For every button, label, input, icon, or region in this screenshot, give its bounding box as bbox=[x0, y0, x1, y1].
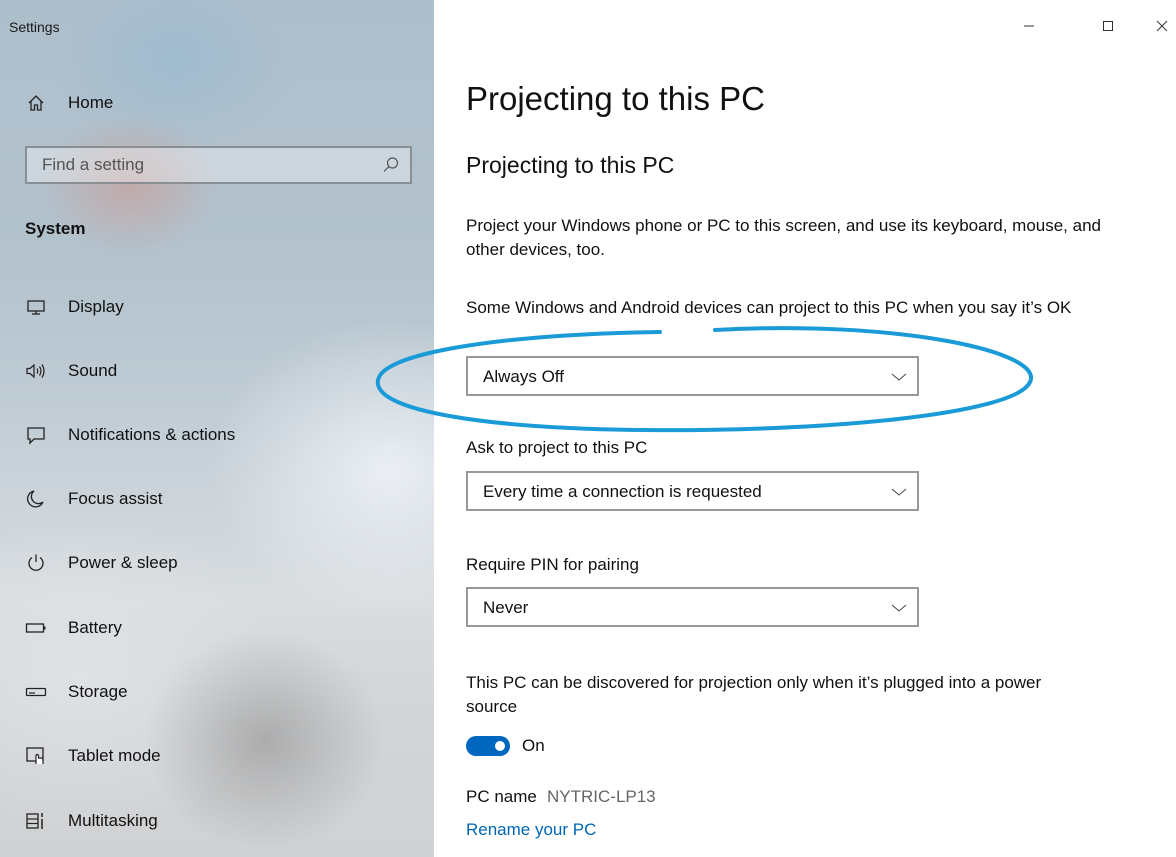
sidebar-item-label: Power & sleep bbox=[68, 553, 178, 572]
focus-assist-icon bbox=[25, 488, 47, 510]
app-title: Settings bbox=[9, 19, 60, 35]
dropdown-value: Every time a connection is requested bbox=[483, 482, 762, 501]
sidebar-item-sound[interactable]: Sound bbox=[0, 351, 434, 391]
sidebar-item-label: Sound bbox=[68, 361, 118, 380]
sidebar-item-label: Notifications & actions bbox=[68, 425, 236, 444]
project-availability-dropdown[interactable]: Always Off bbox=[466, 356, 919, 396]
storage-icon bbox=[25, 681, 47, 703]
search-icon[interactable] bbox=[382, 156, 400, 174]
notifications-icon bbox=[25, 424, 47, 446]
sidebar-item-label: Focus assist bbox=[68, 489, 163, 508]
power-icon bbox=[25, 552, 47, 574]
sidebar-item-display[interactable]: Display bbox=[0, 287, 434, 327]
main-content: Projecting to this PC Projecting to this… bbox=[434, 0, 1176, 857]
require-pin-dropdown[interactable]: Never bbox=[466, 587, 919, 627]
battery-icon bbox=[25, 617, 47, 639]
chevron-down-icon bbox=[891, 601, 907, 613]
sidebar-item-label: Home bbox=[68, 93, 114, 112]
display-icon bbox=[25, 296, 47, 318]
dropdown-value: Always Off bbox=[483, 367, 564, 386]
pin-setting-label: Require PIN for pairing bbox=[466, 555, 639, 574]
chevron-down-icon bbox=[891, 485, 907, 497]
sidebar-item-tablet-mode[interactable]: Tablet mode bbox=[0, 736, 434, 776]
power-source-note: This PC can be discovered for projection… bbox=[466, 673, 1042, 716]
ask-to-project-dropdown[interactable]: Every time a connection is requested bbox=[466, 471, 919, 511]
page-title: Projecting to this PC bbox=[466, 80, 765, 117]
sidebar-item-label: Tablet mode bbox=[68, 746, 161, 765]
ask-setting-label: Ask to project to this PC bbox=[466, 438, 648, 457]
project-setting-label: Some Windows and Android devices can pro… bbox=[466, 298, 1072, 317]
multitasking-icon bbox=[25, 810, 47, 832]
section-label: System bbox=[25, 219, 86, 238]
sidebar-item-label: Multitasking bbox=[68, 811, 158, 830]
search-box bbox=[25, 146, 412, 184]
power-source-toggle[interactable] bbox=[466, 736, 510, 756]
tablet-mode-icon bbox=[25, 745, 47, 767]
sidebar-item-focus-assist[interactable]: Focus assist bbox=[0, 479, 434, 519]
sidebar-item-multitasking[interactable]: Multitasking bbox=[0, 801, 434, 841]
toggle-knob bbox=[495, 741, 505, 751]
sidebar-item-power-sleep[interactable]: Power & sleep bbox=[0, 543, 434, 583]
rename-pc-link[interactable]: Rename your PC bbox=[466, 820, 596, 840]
home-icon bbox=[25, 92, 47, 114]
toggle-state-label: On bbox=[522, 736, 545, 755]
section-title: Projecting to this PC bbox=[466, 152, 675, 178]
dropdown-value: Never bbox=[483, 598, 529, 617]
description-text: Project your Windows phone or PC to this… bbox=[466, 216, 1101, 259]
sidebar-item-label: Display bbox=[68, 297, 124, 316]
sidebar-item-notifications[interactable]: Notifications & actions bbox=[0, 415, 434, 455]
pc-name-value: NYTRIC-LP13 bbox=[547, 787, 656, 806]
sound-icon bbox=[25, 360, 47, 382]
search-input[interactable] bbox=[27, 148, 367, 182]
sidebar-item-home[interactable]: Home bbox=[0, 83, 434, 123]
sidebar-item-storage[interactable]: Storage bbox=[0, 672, 434, 712]
sidebar: Settings Home System Display Sound Notif… bbox=[0, 0, 434, 857]
chevron-down-icon bbox=[891, 370, 907, 382]
pc-name-label: PC name bbox=[466, 787, 537, 806]
sidebar-item-label: Battery bbox=[68, 618, 122, 637]
sidebar-item-label: Storage bbox=[68, 682, 128, 701]
sidebar-item-battery[interactable]: Battery bbox=[0, 608, 434, 648]
